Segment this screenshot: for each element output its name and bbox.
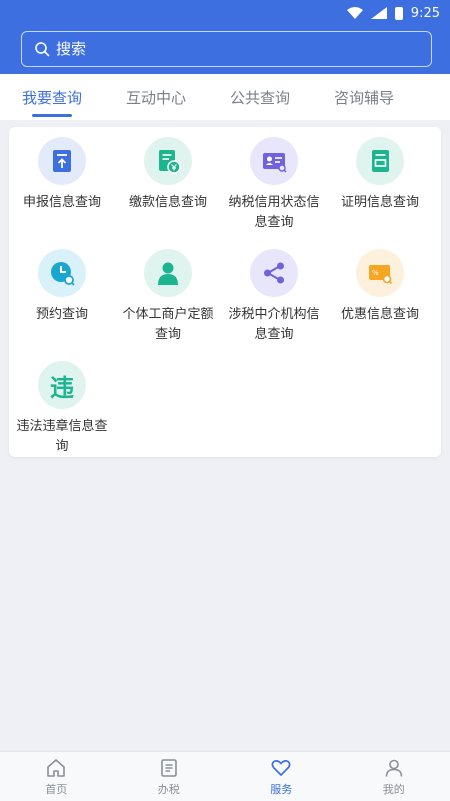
query-item-label: 证明信息查询	[340, 195, 419, 210]
person-icon	[144, 249, 192, 297]
id-card-search-icon	[250, 137, 298, 185]
user-icon	[385, 759, 403, 777]
query-card: 申报信息查询 缴款信息查询 纳税信用状态信息查询 证明信息查询 预约查询 个体工…	[9, 127, 441, 457]
query-item-preferential[interactable]: % 优惠信息查询	[327, 249, 433, 351]
query-item-declaration[interactable]: 申报信息查询	[9, 137, 115, 239]
nav-mine[interactable]: 我的	[338, 752, 450, 801]
query-item-appointment[interactable]: 预约查询	[9, 249, 115, 351]
query-item-label: 预约查询	[35, 307, 88, 322]
query-item-label: 违法违章信息查询	[16, 419, 108, 454]
query-item-tax-agency[interactable]: 涉税中介机构信息查询	[221, 249, 327, 351]
tab-label: 互动中心	[125, 88, 186, 107]
coupon-search-icon: %	[356, 249, 404, 297]
violation-glyph: 违	[50, 373, 74, 402]
nav-service[interactable]: 服务	[225, 752, 338, 801]
query-item-payment[interactable]: 缴款信息查询	[115, 137, 221, 239]
nav-label: 办税	[157, 782, 180, 796]
share-nodes-icon	[250, 249, 298, 297]
query-item-label: 纳税信用状态信息查询	[228, 195, 320, 230]
nav-home[interactable]: 首页	[0, 752, 113, 801]
status-time: 9:25	[410, 5, 440, 21]
heart-icon	[271, 759, 291, 776]
query-item-individual-business[interactable]: 个体工商户定额查询	[115, 249, 221, 351]
search-box[interactable]	[21, 31, 432, 67]
query-item-certificate[interactable]: 证明信息查询	[327, 137, 433, 239]
top-bar: 9:25	[0, 0, 450, 74]
list-document-icon	[160, 758, 177, 777]
query-item-violation[interactable]: 违 违法违章信息查询	[9, 361, 115, 463]
document-upload-icon	[38, 137, 86, 185]
nav-label: 首页	[45, 782, 68, 796]
status-bar: 9:25	[346, 4, 440, 22]
violation-character-icon: 违	[38, 361, 86, 409]
tab-interaction-center[interactable]: 互动中心	[104, 74, 208, 120]
query-item-label: 缴款信息查询	[128, 195, 207, 210]
payment-document-icon	[144, 137, 192, 185]
bottom-nav: 首页 办税 服务 我的	[0, 751, 450, 801]
clock-search-icon	[38, 249, 86, 297]
nav-label: 服务	[270, 782, 293, 796]
query-item-label: 涉税中介机构信息查询	[228, 307, 320, 342]
tab-public-query[interactable]: 公共查询	[208, 74, 312, 120]
query-grid: 申报信息查询 缴款信息查询 纳税信用状态信息查询 证明信息查询 预约查询 个体工…	[9, 137, 441, 463]
home-icon	[47, 758, 66, 777]
query-item-credit-status[interactable]: 纳税信用状态信息查询	[221, 137, 327, 239]
svg-text:%: %	[372, 269, 379, 277]
search-input[interactable]	[56, 40, 396, 58]
tab-label: 我要查询	[21, 88, 82, 107]
tab-consulting[interactable]: 咨询辅导	[312, 74, 416, 120]
nav-tax[interactable]: 办税	[113, 752, 226, 801]
signal-icon	[370, 7, 387, 19]
query-item-label: 申报信息查询	[22, 195, 101, 210]
tab-label: 公共查询	[229, 88, 290, 107]
battery-icon	[394, 6, 403, 20]
query-item-label: 优惠信息查询	[340, 307, 419, 322]
wifi-icon	[346, 7, 363, 19]
tab-label: 咨询辅导	[333, 88, 394, 107]
tab-bar: 我要查询 互动中心 公共查询 咨询辅导	[0, 74, 450, 120]
nav-label: 我的	[382, 782, 405, 796]
certificate-document-icon	[356, 137, 404, 185]
tab-my-query[interactable]: 我要查询	[0, 74, 104, 120]
query-item-label: 个体工商户定额查询	[122, 307, 214, 342]
search-icon	[35, 42, 50, 57]
